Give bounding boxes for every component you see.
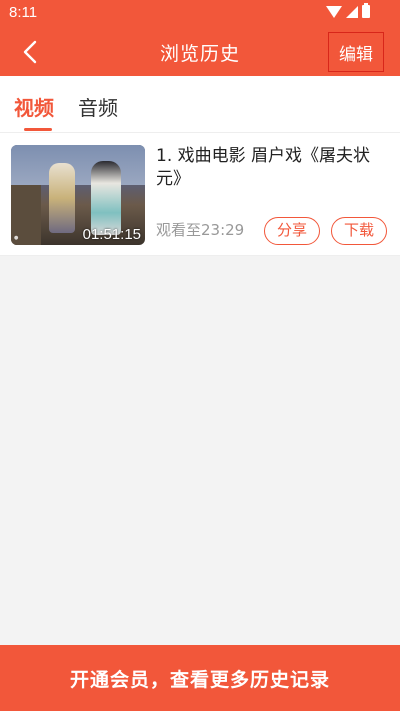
tab-video[interactable]: 视频 [14,92,54,121]
video-thumbnail[interactable]: ● 01:51:15 [11,145,145,245]
tab-active-indicator [24,128,52,131]
status-time: 8:11 [9,4,38,21]
status-bar: 8:11 [0,0,400,26]
tab-audio[interactable]: 音频 [78,92,118,121]
download-button[interactable]: 下载 [331,217,388,245]
video-duration: 01:51:15 [82,226,141,243]
share-button[interactable]: 分享 [264,217,321,245]
battery-icon [362,3,370,18]
video-title[interactable]: 1. 戏曲电影 眉户戏《屠夫状元》 [156,145,392,191]
tab-strip: 视频 音频 [0,76,400,132]
edit-button[interactable]: 编辑 [328,32,384,72]
vip-banner-button[interactable]: 开通会员，查看更多历史记录 [0,645,400,711]
app-bar: 浏览历史 编辑 [0,26,400,76]
status-icons [326,3,370,18]
history-item[interactable]: ● 01:51:15 1. 戏曲电影 眉户戏《屠夫状元》 观看至23:29 分享… [0,132,400,256]
wifi-icon [326,5,342,18]
watch-progress: 观看至23:29 [156,221,245,239]
thumbnail-watermark-logo: ● [14,235,19,241]
signal-icon [346,5,358,18]
